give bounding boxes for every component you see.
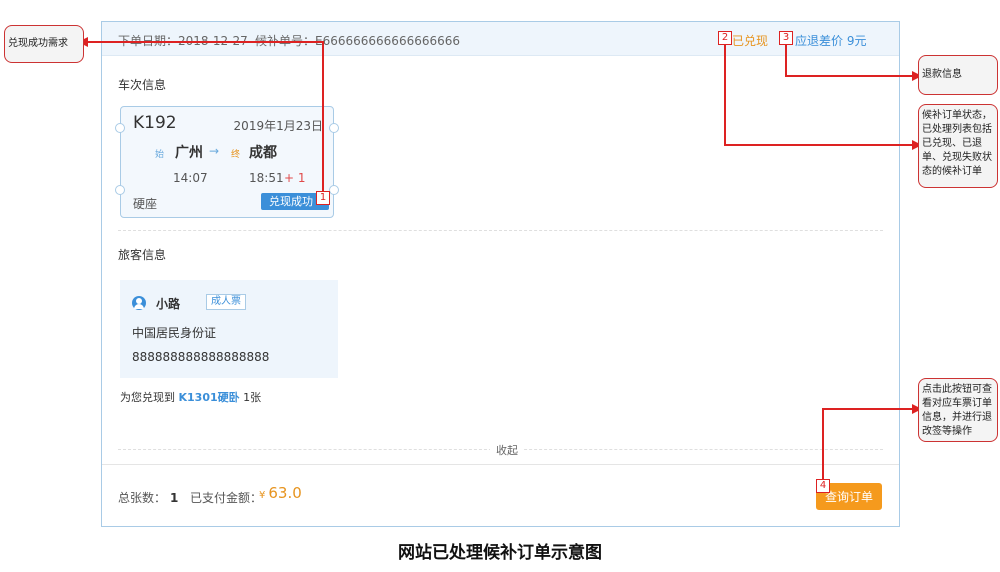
processed-waitlist-order-panel: 下单日期：2018-12-27 候补单号：E666666666666666666… xyxy=(101,21,900,527)
arrow-right-icon: → xyxy=(209,144,220,158)
callout-query-button: 点击此按钮可查看对应车票订单信息，并进行退改签等操作 xyxy=(918,378,998,442)
total-tickets: 总张数： 1 xyxy=(118,491,179,505)
arrival-time: 18:51 xyxy=(249,171,284,185)
paid-amount: ¥63.0 xyxy=(259,484,302,502)
order-status: 已兑现 xyxy=(732,34,769,48)
refund-difference: 应退差价 9元 xyxy=(795,34,867,48)
id-type: 中国居民身份证 xyxy=(132,326,217,340)
figure-caption: 网站已处理候补订单示意图 xyxy=(398,543,602,563)
destination-station: 成都 xyxy=(249,145,277,161)
annotation-marker-1: 1 xyxy=(316,191,330,205)
annotation-marker-4: 4 xyxy=(816,479,830,493)
departure-time: 14:07 xyxy=(173,171,208,185)
annotation-line-1 xyxy=(322,41,324,191)
origin-tag: 始 xyxy=(155,150,165,160)
callout-fulfillment-success: 兑现成功需求 xyxy=(4,25,84,63)
footer-divider xyxy=(102,464,899,465)
fulfilled-train-link[interactable]: K1301硬卧 xyxy=(179,391,240,404)
ticket-card: K192 2019年1月23日 始 广州 → 终 成都 14:07 18:51 … xyxy=(115,106,339,218)
seat-type: 硬座 xyxy=(133,197,158,211)
user-icon xyxy=(132,296,146,310)
train-number: K192 xyxy=(133,113,177,133)
annotation-line-2 xyxy=(724,44,726,146)
id-number: 888888888888888888 xyxy=(132,350,270,364)
annotation-line-3 xyxy=(785,75,918,77)
collapse-toggle[interactable]: 收起 xyxy=(490,442,524,458)
callout-refund-info: 退款信息 xyxy=(918,55,998,95)
section-divider xyxy=(118,230,883,231)
annotation-line-2 xyxy=(724,144,918,146)
paid-amount-label: 已支付金额： xyxy=(190,491,263,505)
ticket-notch xyxy=(115,185,125,195)
annotation-marker-3: 3 xyxy=(779,31,793,45)
ticket-notch xyxy=(115,123,125,133)
ticket-type-badge: 成人票 xyxy=(206,294,246,310)
train-section-title: 车次信息 xyxy=(118,78,167,92)
passenger-section-title: 旅客信息 xyxy=(118,248,167,262)
passenger-card: 小路 成人票 中国居民身份证 888888888888888888 xyxy=(120,280,338,378)
annotation-line-4 xyxy=(822,409,824,481)
annotation-line-3 xyxy=(785,44,787,76)
ticket-notch xyxy=(329,123,339,133)
destination-tag: 终 xyxy=(231,150,241,160)
annotation-line-1 xyxy=(84,41,324,43)
travel-date: 2019年1月23日 xyxy=(233,119,323,133)
arrival-day-offset: + 1 xyxy=(284,171,306,185)
callout-order-status: 候补订单状态，已处理列表包括已兑现、已退单、兑现失败状态的候补订单 xyxy=(918,104,998,188)
annotation-marker-2: 2 xyxy=(718,31,732,45)
annotation-line-4 xyxy=(822,408,918,410)
passenger-name: 小路 xyxy=(156,297,181,311)
ticket-notch xyxy=(329,185,339,195)
origin-station: 广州 xyxy=(175,145,203,161)
fulfilled-ticket-info: 为您兑现到 K1301硬卧 1张 xyxy=(120,391,262,404)
